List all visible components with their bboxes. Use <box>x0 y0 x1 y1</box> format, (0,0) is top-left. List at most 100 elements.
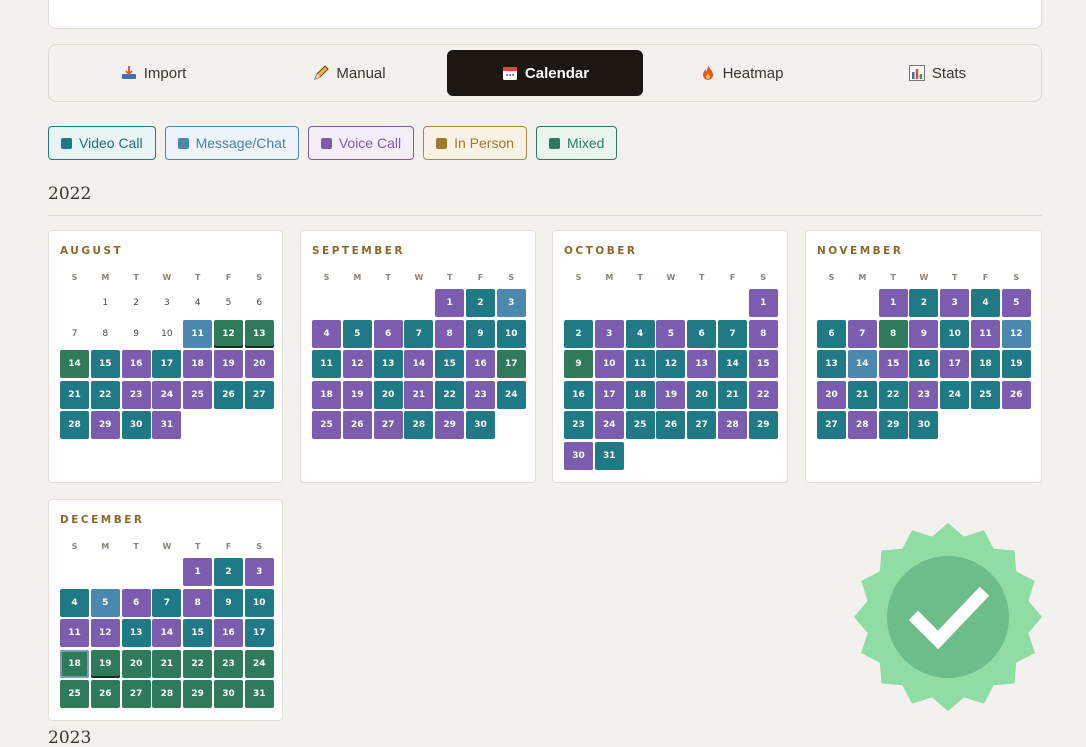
tab-manual[interactable]: Manual <box>251 50 447 96</box>
calendar-day[interactable]: 15 <box>878 350 908 379</box>
calendar-day[interactable]: 4 <box>312 319 341 348</box>
calendar-day[interactable]: 23 <box>466 380 495 409</box>
calendar-day[interactable]: 17 <box>496 350 526 379</box>
calendar-day[interactable]: 3 <box>940 289 970 317</box>
calendar-day[interactable]: 22 <box>748 380 778 409</box>
calendar-day[interactable]: 1 <box>183 558 213 586</box>
calendar-day[interactable]: 2 <box>466 289 495 317</box>
calendar-day[interactable]: 4 <box>60 588 89 617</box>
calendar-day[interactable]: 14 <box>718 350 747 379</box>
calendar-day[interactable]: 14 <box>404 350 434 379</box>
calendar-day[interactable]: 5 <box>1001 289 1031 317</box>
calendar-day[interactable]: 18 <box>312 380 341 409</box>
calendar-day[interactable]: 10 <box>940 319 970 348</box>
calendar-day[interactable]: 1 <box>748 289 778 317</box>
tab-heatmap[interactable]: Heatmap <box>643 50 839 96</box>
calendar-day[interactable]: 12 <box>656 350 686 379</box>
calendar-day[interactable]: 16 <box>909 350 939 379</box>
calendar-day[interactable]: 18 <box>60 649 89 678</box>
calendar-day[interactable]: 17 <box>594 380 624 409</box>
calendar-day[interactable]: 16 <box>121 350 151 379</box>
calendar-day[interactable]: 5 <box>656 319 686 348</box>
calendar-day[interactable]: 21 <box>60 380 89 409</box>
calendar-day[interactable]: 12 <box>342 350 372 379</box>
calendar-day[interactable]: 18 <box>183 350 213 379</box>
tab-calendar[interactable]: Calendar <box>447 50 643 96</box>
calendar-day[interactable]: 19 <box>1001 350 1031 379</box>
calendar-day[interactable]: 14 <box>847 350 877 379</box>
calendar-day[interactable]: 6 <box>121 588 151 617</box>
calendar-day[interactable]: 25 <box>312 411 341 440</box>
calendar-day[interactable]: 1 <box>435 289 465 317</box>
calendar-day[interactable]: 2 <box>214 558 243 586</box>
calendar-day[interactable]: 11 <box>625 350 655 379</box>
calendar-day[interactable]: 25 <box>183 380 213 409</box>
calendar-day[interactable]: 8 <box>878 319 908 348</box>
tab-import[interactable]: Import <box>55 50 251 96</box>
legend-voice-call[interactable]: Voice Call <box>307 126 415 160</box>
calendar-day[interactable]: 15 <box>90 350 120 379</box>
calendar-day[interactable]: 22 <box>435 380 465 409</box>
calendar-day[interactable]: 9 <box>214 588 243 617</box>
calendar-day[interactable]: 16 <box>214 619 243 648</box>
calendar-day[interactable]: 30 <box>909 411 939 440</box>
legend-mixed[interactable]: Mixed <box>536 126 618 160</box>
legend-message-chat[interactable]: Message/Chat <box>164 126 299 160</box>
calendar-day[interactable]: 20 <box>687 380 717 409</box>
calendar-day[interactable]: 27 <box>244 380 274 409</box>
calendar-day[interactable]: 11 <box>183 319 213 348</box>
calendar-day[interactable]: 20 <box>817 380 846 409</box>
calendar-day[interactable]: 24 <box>496 380 526 409</box>
tab-stats[interactable]: Stats <box>839 50 1035 96</box>
calendar-day[interactable]: 19 <box>342 380 372 409</box>
calendar-day[interactable]: 8 <box>748 319 778 348</box>
calendar-day[interactable]: 21 <box>404 380 434 409</box>
calendar-day[interactable]: 19 <box>656 380 686 409</box>
calendar-day[interactable]: 9 <box>909 319 939 348</box>
calendar-day[interactable]: 28 <box>847 411 877 440</box>
calendar-day[interactable]: 8 <box>183 588 213 617</box>
calendar-day[interactable]: 7 <box>718 319 747 348</box>
calendar-day[interactable]: 25 <box>625 411 655 440</box>
calendar-day[interactable]: 19 <box>214 350 243 379</box>
calendar-day[interactable]: 26 <box>1001 380 1031 409</box>
calendar-day[interactable]: 24 <box>940 380 970 409</box>
calendar-day[interactable]: 1 <box>878 289 908 317</box>
calendar-day[interactable]: 30 <box>121 411 151 440</box>
calendar-day[interactable]: 12 <box>90 619 120 648</box>
calendar-day[interactable]: 29 <box>183 680 213 709</box>
calendar-day[interactable]: 7 <box>404 319 434 348</box>
calendar-day[interactable]: 9 <box>466 319 495 348</box>
calendar-day[interactable]: 27 <box>121 680 151 709</box>
calendar-day[interactable]: 19 <box>90 649 120 678</box>
calendar-day[interactable]: 13 <box>244 319 274 348</box>
calendar-day[interactable]: 15 <box>183 619 213 648</box>
calendar-day[interactable]: 9 <box>564 350 593 379</box>
calendar-day[interactable]: 17 <box>940 350 970 379</box>
calendar-day[interactable]: 4 <box>971 289 1000 317</box>
calendar-day[interactable]: 22 <box>90 380 120 409</box>
calendar-day[interactable]: 16 <box>564 380 593 409</box>
calendar-day[interactable]: 15 <box>748 350 778 379</box>
calendar-day[interactable]: 14 <box>152 619 182 648</box>
calendar-day[interactable]: 14 <box>60 350 89 379</box>
calendar-day[interactable]: 28 <box>404 411 434 440</box>
legend-in-person[interactable]: In Person <box>423 126 528 160</box>
calendar-day[interactable]: 20 <box>373 380 403 409</box>
calendar-day[interactable]: 25 <box>971 380 1000 409</box>
calendar-day[interactable]: 11 <box>971 319 1000 348</box>
calendar-day[interactable]: 6 <box>373 319 403 348</box>
calendar-day[interactable]: 29 <box>878 411 908 440</box>
calendar-day[interactable]: 20 <box>244 350 274 379</box>
calendar-day[interactable]: 11 <box>312 350 341 379</box>
calendar-day[interactable]: 3 <box>594 319 624 348</box>
calendar-day[interactable]: 26 <box>342 411 372 440</box>
calendar-day[interactable]: 5 <box>342 319 372 348</box>
calendar-day[interactable]: 16 <box>466 350 495 379</box>
calendar-day[interactable]: 21 <box>847 380 877 409</box>
calendar-day[interactable]: 31 <box>244 680 274 709</box>
calendar-day[interactable]: 29 <box>748 411 778 440</box>
calendar-day[interactable]: 26 <box>214 380 243 409</box>
calendar-day[interactable]: 7 <box>847 319 877 348</box>
calendar-day[interactable]: 30 <box>564 442 593 470</box>
